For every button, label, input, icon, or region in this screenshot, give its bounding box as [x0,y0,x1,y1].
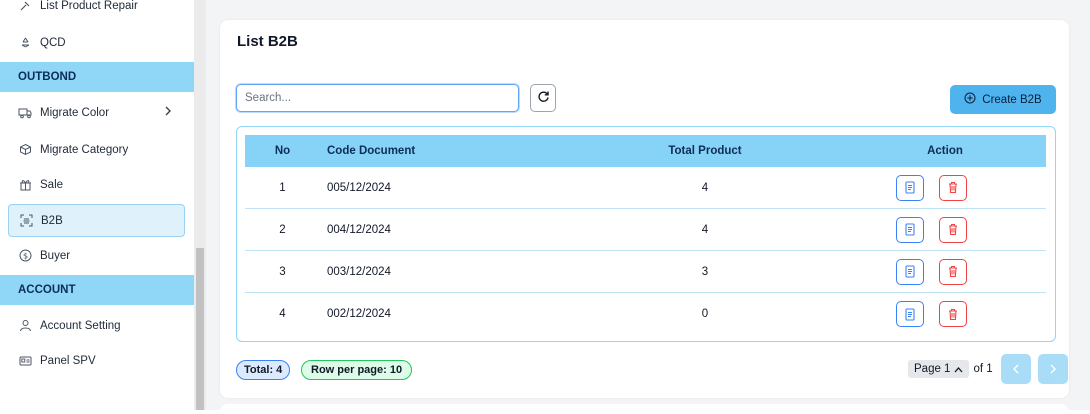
delete-button[interactable] [939,216,967,243]
row-no: 1 [279,181,286,194]
main-content: List B2B Create B2B No Code Document Tot… [206,0,1090,414]
row-code: 004/12/2024 [327,223,391,236]
sidebar-item-label: Sale [40,178,64,191]
next-page-button[interactable] [1038,354,1068,384]
chevron-right-icon [164,106,172,119]
table-row: 1 005/12/2024 4 [245,167,1046,209]
sidebar-item-migrate-color[interactable]: Migrate Color [0,96,194,129]
refresh-icon [537,90,550,106]
table-row: 2 004/12/2024 4 [245,209,1046,251]
page-select[interactable]: Page 1 [908,360,970,378]
row-total: 3 [701,265,709,278]
sidebar-item-label: Account Setting [40,319,121,332]
sidebar: List Product Repair QCD OUTBOND Migrate … [0,0,194,410]
sidebar-item-migrate-category[interactable]: Migrate Category [0,133,194,166]
column-header-total: Total Product [668,145,742,157]
pagination-info: Page 1 of 1 [908,360,993,378]
chevron-up-icon [954,366,963,372]
delete-button[interactable] [939,301,967,327]
sidebar-item-b2b[interactable]: B2B [8,204,185,237]
row-code: 003/12/2024 [327,265,391,278]
svg-text:$: $ [22,251,27,260]
detail-button[interactable] [896,174,924,201]
trash-icon [949,181,957,194]
create-b2b-button[interactable]: Create B2B [950,85,1056,114]
trash-icon [949,223,957,236]
table-header: No Code Document Total Product Action [245,135,1046,167]
sidebar-item-list-product-repair[interactable]: List Product Repair [0,0,194,18]
delete-button[interactable] [939,174,967,201]
row-total: 4 [701,181,709,194]
scan-icon [19,214,33,228]
sidebar-item-label: Migrate Category [40,143,129,156]
b2b-card: List B2B Create B2B No Code Document Tot… [220,20,1069,398]
truck-icon [18,106,32,120]
document-icon [905,265,915,278]
row-no: 3 [279,265,286,278]
b2b-table: No Code Document Total Product Action 1 … [236,126,1056,342]
search-input[interactable] [236,84,519,112]
sidebar-item-qcd[interactable]: QCD [0,26,194,59]
trash-icon [949,265,957,278]
detail-button[interactable] [896,258,924,285]
page-title: List B2B [237,33,298,50]
row-code: 002/12/2024 [327,308,391,320]
total-badge: Total: 4 [236,360,291,380]
column-header-code: Code Document [327,145,416,157]
scrollbar-thumb[interactable] [196,248,204,410]
column-header-no: No [274,145,291,157]
prev-page-button[interactable] [1001,354,1031,384]
sidebar-item-label: Panel SPV [40,354,96,367]
detail-button[interactable] [896,301,924,327]
sidebar-item-account-setting[interactable]: Account Setting [0,309,194,342]
row-total: 4 [701,223,709,236]
table-row: 4 002/12/2024 0 [245,293,1046,335]
sidebar-item-buyer[interactable]: $ Buyer [0,239,194,272]
section-header-label: ACCOUNT [18,284,76,296]
table-row: 3 003/12/2024 3 [245,251,1046,293]
section-header-account: ACCOUNT [0,275,194,305]
column-header-action: Action [927,145,963,157]
row-total: 0 [701,308,709,320]
sidebar-item-label: List Product Repair [40,0,138,12]
trash-icon [949,308,957,320]
section-header-outbond: OUTBOND [0,62,194,92]
page-select-label: Page 1 [914,363,951,375]
sidebar-item-label: Migrate Color [40,106,110,119]
next-card-edge [220,404,1069,414]
delete-button[interactable] [939,258,967,285]
sidebar-item-label: QCD [40,36,66,49]
document-icon [905,307,915,321]
page-of-label: of 1 [973,363,993,375]
repair-icon [18,0,32,13]
row-no: 2 [279,223,286,236]
chevron-right-icon [1050,364,1056,374]
dollar-circle-icon: $ [18,249,32,263]
sidebar-item-sale[interactable]: Sale [0,168,194,201]
gift-icon [18,178,32,192]
id-card-icon [18,354,32,368]
plus-circle-icon [964,92,976,107]
refresh-button[interactable] [530,84,556,112]
create-b2b-label: Create B2B [982,93,1042,106]
sidebar-item-label: B2B [41,214,63,227]
sidebar-item-panel-spv[interactable]: Panel SPV [0,344,194,377]
rows-per-page-badge[interactable]: Row per page: 10 [301,360,413,380]
user-icon [18,319,32,333]
row-no: 4 [279,308,286,320]
section-header-label: OUTBOND [18,71,77,83]
detail-button[interactable] [896,216,924,243]
box-icon [18,143,32,157]
sidebar-scrollbar[interactable] [194,0,206,410]
sidebar-item-label: Buyer [40,249,71,262]
row-code: 005/12/2024 [327,181,391,194]
document-icon [905,223,915,236]
document-icon [905,181,915,194]
chevron-left-icon [1013,364,1019,374]
recycle-icon [18,36,32,50]
